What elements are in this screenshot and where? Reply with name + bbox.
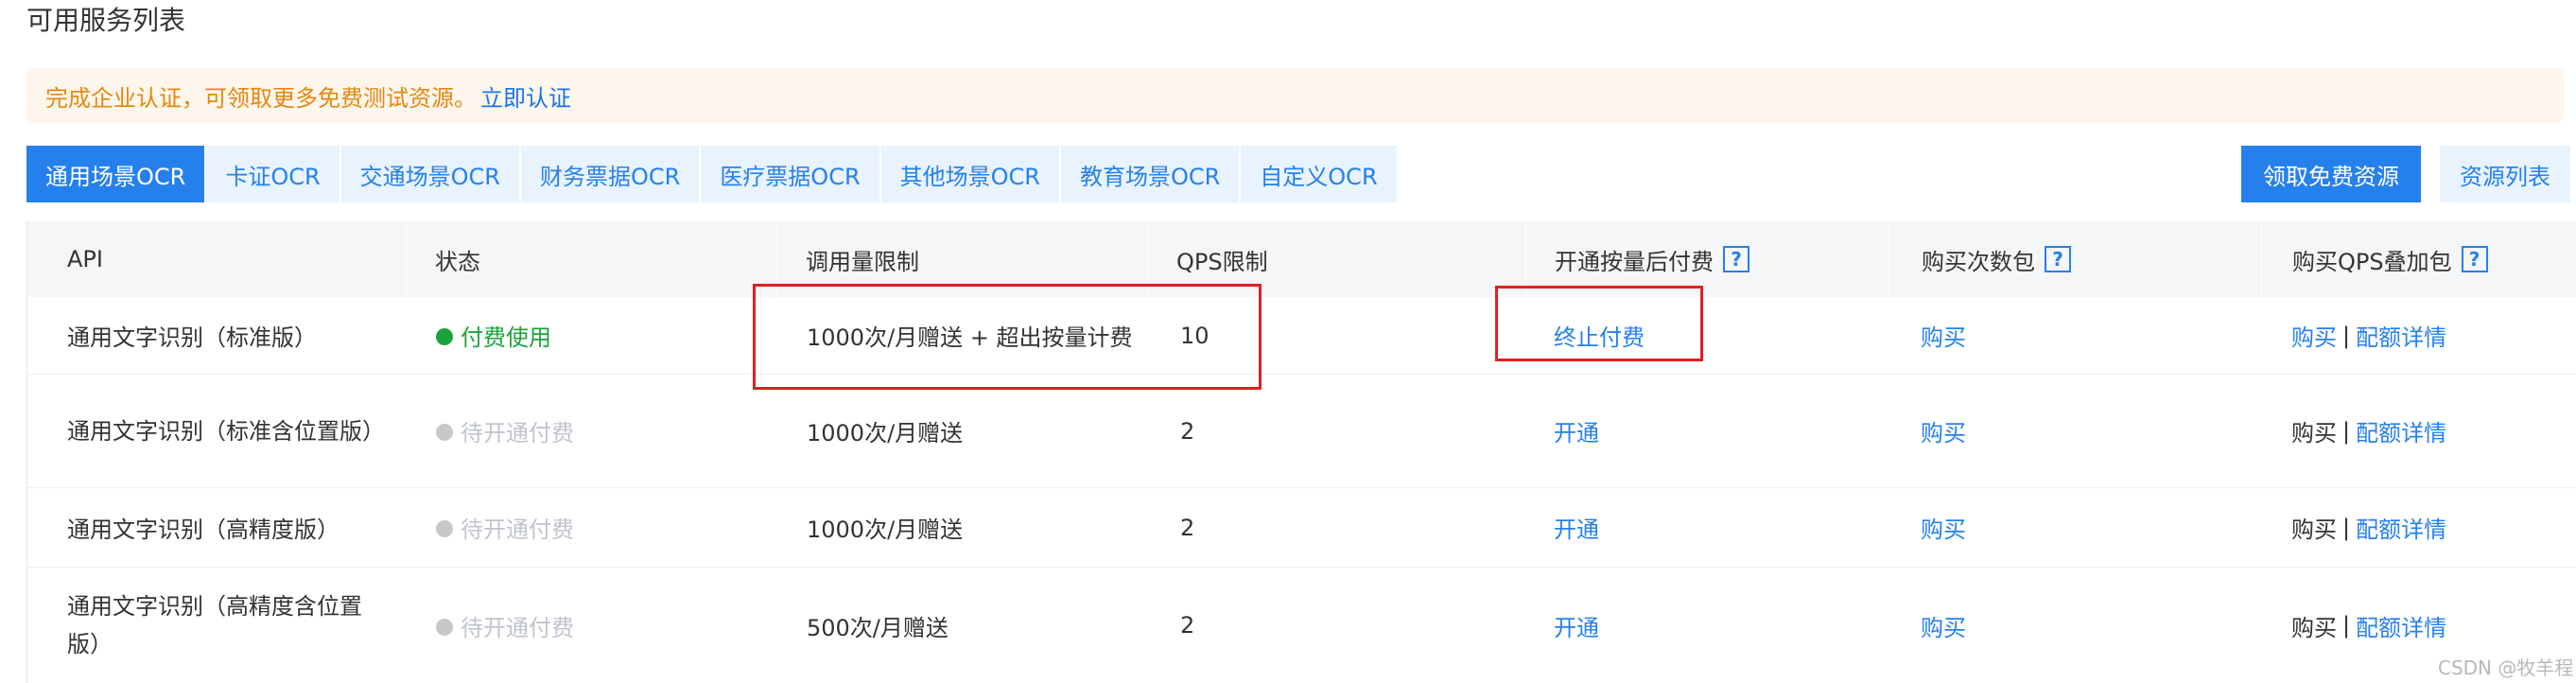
api-name: 通用文字识别（高精度含位置版） (67, 593, 362, 657)
quota-details-link[interactable]: 配额详情 (2356, 414, 2446, 447)
separator: | (2342, 322, 2351, 349)
call-limit: 1000次/月赠送 (807, 517, 964, 543)
buy-qps-link[interactable]: 购买 (2291, 414, 2337, 447)
table-row: 通用文字识别（标准含位置版） 待开通付费 1000次/月赠送 2 开通 购买 购… (27, 375, 2576, 488)
quota-details-link[interactable]: 配额详情 (2356, 609, 2446, 642)
enable-postpaid-cell: 开通 (1554, 375, 1599, 487)
resource-list-button[interactable]: 资源列表 (2440, 146, 2570, 202)
buy-count-link[interactable]: 购买 (1921, 414, 1966, 447)
status-cell: 待开通付费 (436, 375, 574, 487)
watermark: CSDN @牧羊程 (2438, 657, 2574, 679)
claim-free-resources-button[interactable]: 领取免费资源 (2241, 146, 2421, 202)
enterprise-auth-notice: 完成企业认证，可领取更多免费测试资源。 立即认证 (26, 68, 2565, 123)
service-table: API 状态 调用量限制 QPS限制 开通按量后付费 ? 购买次数包 ? 购买Q… (26, 221, 2576, 683)
status-dot-icon (436, 424, 453, 441)
buy-count-link[interactable]: 购买 (1921, 609, 1966, 642)
stop-payment-link[interactable]: 终止付费 (1554, 297, 1645, 374)
call-limit: 1000次/月赠送 + 超出按量计费 (807, 324, 1133, 351)
separator: | (2342, 417, 2351, 445)
buy-count-cell: 购买 (1921, 488, 1966, 567)
api-name: 通用文字识别（标准版） (67, 324, 317, 351)
header-buy-count: 购买次数包 ? (1888, 221, 2071, 297)
status-badge: 待开通付费 (436, 414, 574, 447)
tab-finance-ocr[interactable]: 财务票据OCR (520, 146, 700, 202)
tab-general-ocr[interactable]: 通用场景OCR (26, 146, 205, 202)
status-badge: 待开通付费 (436, 511, 574, 544)
status-text: 待开通付费 (461, 614, 574, 641)
status-dot-icon (436, 520, 453, 537)
status-badge: 待开通付费 (436, 609, 574, 642)
buy-qps-cell: 购买 | 配额详情 (2291, 375, 2446, 487)
status-text: 付费使用 (461, 324, 551, 351)
buy-count-cell: 购买 (1921, 375, 1966, 487)
separator: | (2342, 514, 2351, 541)
tab-traffic-ocr[interactable]: 交通场景OCR (340, 146, 519, 202)
status-dot-icon (436, 328, 453, 345)
buy-qps-link[interactable]: 购买 (2291, 319, 2337, 352)
page-title: 可用服务列表 (26, 5, 186, 36)
status-cell: 待开通付费 (436, 568, 574, 683)
enable-postpaid-link[interactable]: 开通 (1554, 414, 1599, 447)
call-limit: 1000次/月赠送 (807, 420, 964, 447)
ocr-category-tabs: 通用场景OCR 卡证OCR 交通场景OCR 财务票据OCR 医疗票据OCR 其他… (26, 146, 1399, 202)
header-buy-qps-label: 购买QPS叠加包 (2292, 248, 2452, 275)
qps-value: 10 (1180, 322, 1210, 349)
tab-medical-ocr[interactable]: 医疗票据OCR (701, 146, 879, 202)
table-row: 通用文字识别（高精度版） 待开通付费 1000次/月赠送 2 开通 购买 购买 … (27, 488, 2576, 568)
buy-qps-link[interactable]: 购买 (2291, 609, 2337, 642)
separator: | (2342, 612, 2351, 639)
status-badge: 付费使用 (436, 319, 551, 352)
table-row: 通用文字识别（高精度含位置版） 待开通付费 500次/月赠送 2 开通 购买 购… (27, 568, 2576, 683)
help-icon[interactable]: ? (1723, 246, 1749, 272)
buy-count-link[interactable]: 购买 (1921, 319, 1966, 352)
status-cell: 付费使用 (436, 297, 551, 374)
buy-count-cell: 购买 (1921, 297, 1966, 374)
buy-qps-cell: 购买 | 配额详情 (2291, 568, 2446, 683)
help-icon[interactable]: ? (2461, 246, 2488, 272)
table-row: 通用文字识别（标准版） 付费使用 1000次/月赠送 + 超出按量计费 10 终… (27, 297, 2576, 375)
header-api: API (67, 246, 103, 272)
qps-value: 2 (1180, 417, 1195, 445)
status-dot-icon (436, 618, 453, 636)
header-postpaid-label: 开通按量后付费 (1555, 248, 1714, 275)
enable-postpaid-link[interactable]: 开通 (1554, 511, 1599, 544)
header-status: 状态 (406, 221, 480, 297)
verify-now-link[interactable]: 立即认证 (480, 79, 571, 113)
buy-count-cell: 购买 (1921, 568, 1966, 683)
enable-postpaid-cell: 开通 (1554, 488, 1599, 567)
header-buy-count-label: 购买次数包 (1922, 248, 2035, 275)
header-qps-limit: QPS限制 (1147, 221, 1268, 297)
buy-qps-link[interactable]: 购买 (2291, 511, 2337, 544)
api-name: 通用文字识别（标准含位置版） (67, 417, 385, 445)
enable-postpaid-cell: 开通 (1554, 568, 1599, 683)
tab-other-ocr[interactable]: 其他场景OCR (880, 146, 1059, 202)
quota-details-link[interactable]: 配额详情 (2356, 319, 2446, 352)
tab-custom-ocr[interactable]: 自定义OCR (1241, 146, 1397, 202)
header-postpaid: 开通按量后付费 ? (1525, 221, 1749, 297)
tab-card-ocr[interactable]: 卡证OCR (206, 146, 339, 202)
buy-count-link[interactable]: 购买 (1921, 511, 1966, 544)
status-text: 待开通付费 (461, 420, 574, 447)
notice-message: 完成企业认证，可领取更多免费测试资源。 (45, 84, 477, 112)
enable-postpaid-link[interactable]: 开通 (1554, 609, 1599, 642)
help-icon[interactable]: ? (2045, 246, 2071, 272)
buy-qps-cell: 购买 | 配额详情 (2291, 297, 2446, 374)
header-call-limit: 调用量限制 (776, 221, 919, 297)
buy-qps-cell: 购买 | 配额详情 (2291, 488, 2446, 567)
status-cell: 待开通付费 (436, 488, 574, 567)
quota-details-link[interactable]: 配额详情 (2356, 511, 2446, 544)
header-buy-qps: 购买QPS叠加包 ? (2261, 221, 2488, 297)
call-limit: 500次/月赠送 (807, 614, 949, 641)
api-name: 通用文字识别（高精度版） (67, 517, 339, 543)
status-text: 待开通付费 (461, 517, 574, 543)
tab-education-ocr[interactable]: 教育场景OCR (1060, 146, 1240, 202)
table-header: API 状态 调用量限制 QPS限制 开通按量后付费 ? 购买次数包 ? 购买Q… (27, 221, 2576, 297)
stop-payment-link-text[interactable]: 终止付费 (1554, 319, 1645, 352)
qps-value: 2 (1180, 612, 1195, 639)
qps-value: 2 (1180, 514, 1195, 541)
